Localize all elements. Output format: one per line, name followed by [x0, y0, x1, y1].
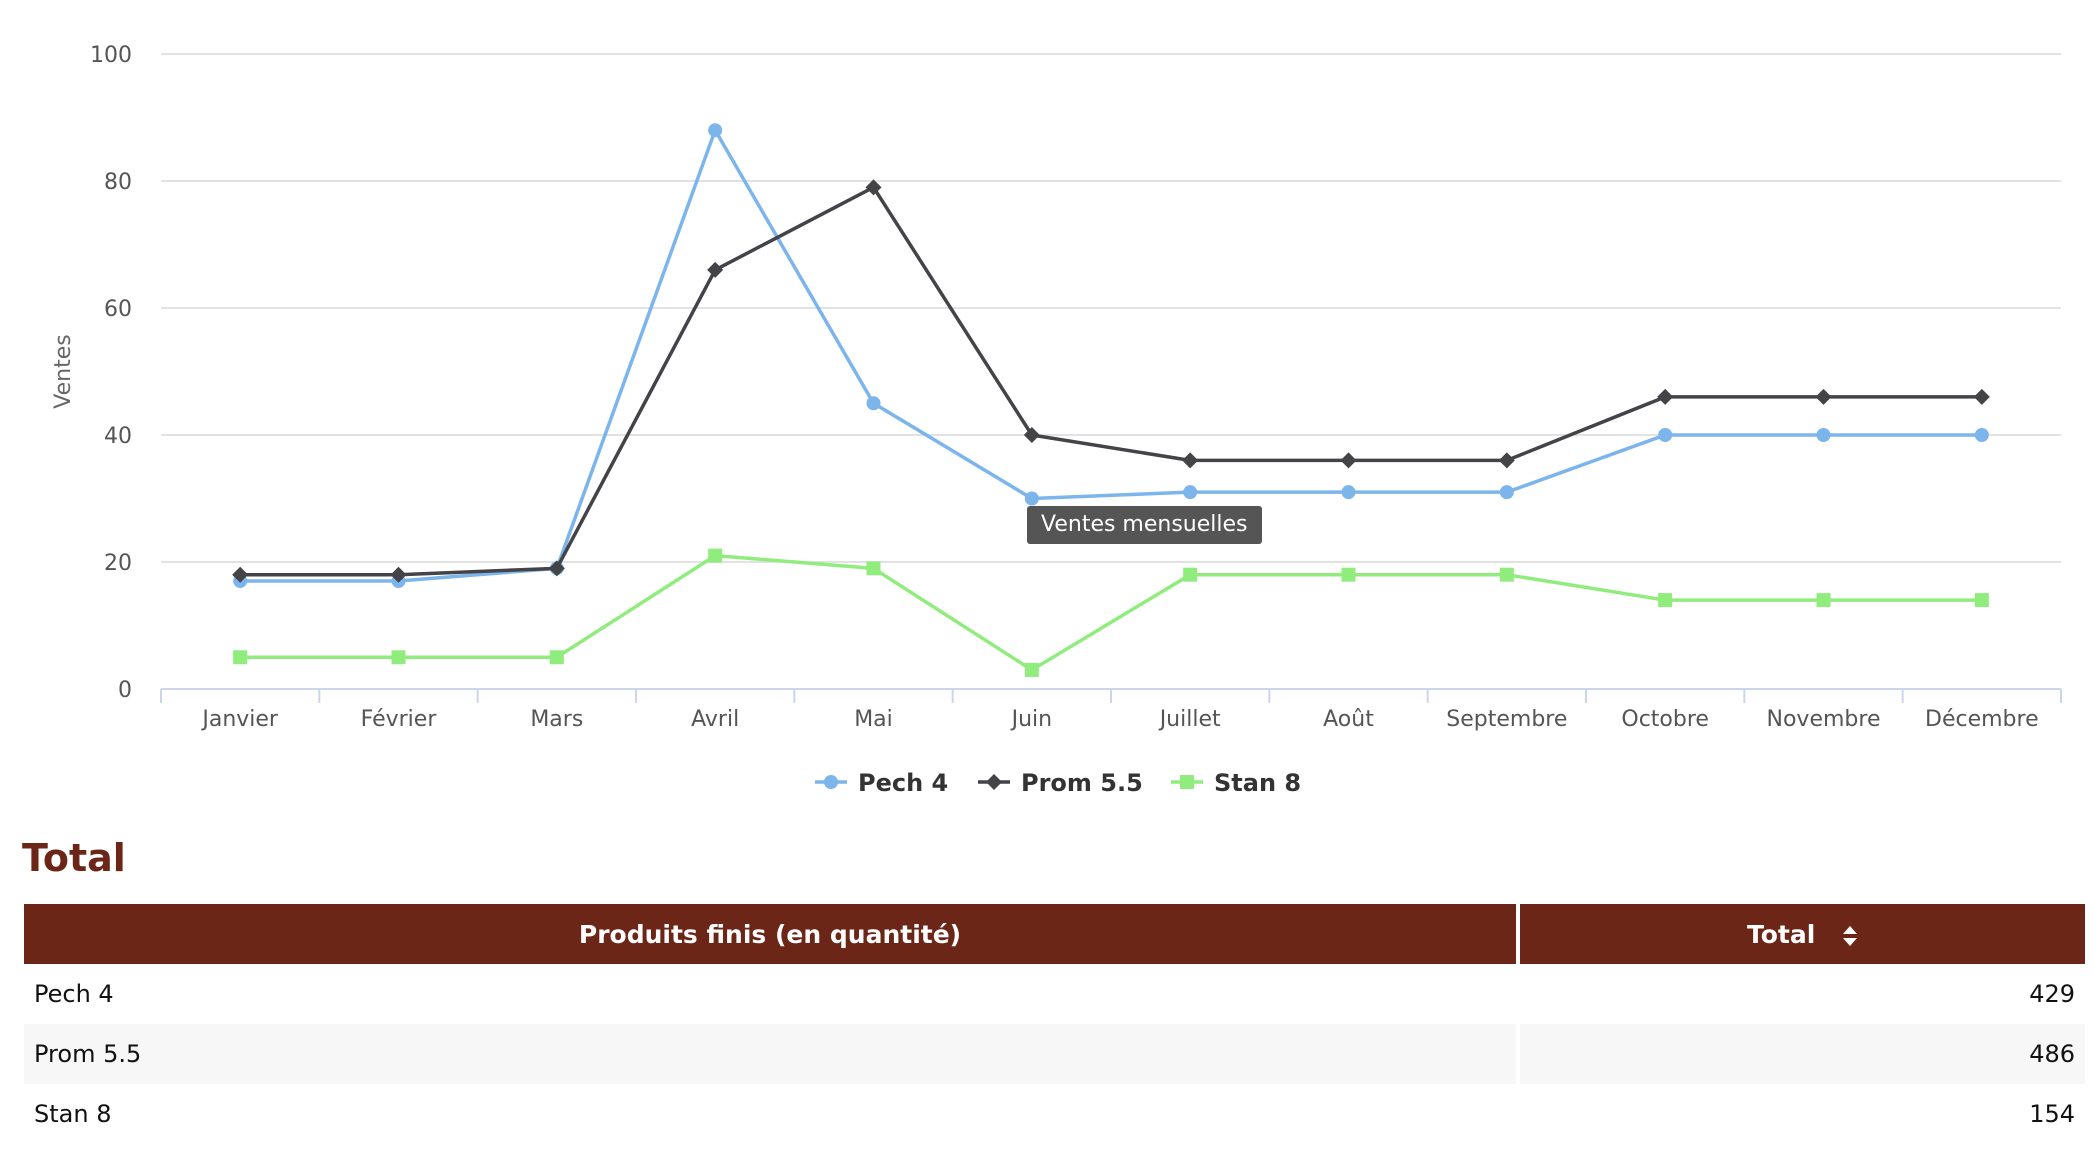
x-tick-label: Septembre	[1446, 707, 1567, 732]
x-tick-label: Avril	[691, 707, 739, 732]
data-point-pech-4	[1499, 485, 1514, 500]
column-header-product: Produits finis (en quantité)	[24, 904, 1520, 964]
x-tick-label: Juin	[1010, 707, 1053, 732]
x-tick-label: Mars	[530, 707, 583, 732]
legend-marker-prom-5-5	[986, 774, 1002, 790]
x-tick-label: Juillet	[1158, 707, 1221, 732]
x-tick-label: Octobre	[1621, 707, 1709, 732]
column-header-total-label: Total	[1746, 919, 1816, 949]
data-point-stan-8	[866, 561, 881, 576]
legend-item-stan-8: Stan 8	[1171, 769, 1301, 797]
y-tick-label: 60	[104, 297, 132, 322]
table-cell-product: Pech 4	[24, 964, 1520, 1024]
y-tick-label: 0	[118, 678, 132, 703]
data-point-pech-4	[1974, 428, 1989, 442]
data-point-prom-5-5	[1182, 452, 1199, 469]
section-title: Total	[22, 836, 126, 880]
x-tick-label: Février	[361, 707, 438, 732]
data-point-stan-8	[1974, 593, 1989, 608]
legend-label-stan-8: Stan 8	[1214, 769, 1301, 797]
data-point-pech-4	[708, 123, 723, 138]
y-tick-label: 80	[104, 170, 132, 195]
y-axis-title: Ventes	[51, 334, 76, 408]
data-point-pech-4	[1341, 485, 1356, 500]
legend-item-pech-4: Pech 4	[815, 769, 948, 797]
legend-label-prom-5-5: Prom 5.5	[1021, 769, 1143, 797]
data-point-stan-8	[1499, 567, 1514, 582]
data-point-stan-8	[1341, 567, 1356, 582]
data-point-pech-4	[866, 396, 881, 411]
column-header-total[interactable]: Total	[1518, 904, 2085, 964]
table-row: Prom 5.5 486	[24, 1024, 2085, 1084]
data-point-stan-8	[391, 650, 406, 665]
data-point-pech-4	[1658, 428, 1673, 442]
table-row: Stan 8 154	[24, 1084, 2085, 1144]
data-point-stan-8	[1024, 662, 1039, 677]
data-point-prom-5-5	[1498, 452, 1515, 469]
table-cell-product: Prom 5.5	[24, 1024, 1520, 1084]
legend-label-pech-4: Pech 4	[858, 769, 948, 797]
series-stan-8	[233, 548, 1989, 677]
sort-arrows-icon[interactable]	[1842, 924, 1858, 948]
line-chart-svg: 0 20 40 60 80 100 Janvier Février Mars Avril Mai Ju…	[51, 43, 2062, 797]
table-header-row: Produits finis (en quantité) Total	[24, 904, 2085, 964]
data-point-prom-5-5	[1815, 388, 1832, 405]
chart-tooltip: Ventes mensuelles	[1027, 506, 1262, 544]
x-tick-label: Décembre	[1925, 707, 2039, 732]
table-row: Pech 4 429	[24, 964, 2085, 1024]
legend-item-prom-5-5: Prom 5.5	[978, 769, 1143, 797]
x-tick-label: Novembre	[1767, 707, 1881, 732]
table-cell-product: Stan 8	[24, 1084, 1520, 1144]
data-point-stan-8	[1816, 593, 1831, 608]
y-tick-label: 40	[104, 424, 132, 449]
legend-marker-stan-8	[1180, 775, 1194, 789]
table-cell-total: 429	[1518, 964, 2085, 1024]
x-tick-label: Août	[1323, 707, 1374, 732]
data-point-stan-8	[708, 548, 723, 563]
data-point-stan-8	[233, 650, 248, 665]
data-point-stan-8	[549, 650, 564, 665]
data-point-pech-4	[1183, 485, 1198, 500]
y-tick-label: 20	[104, 551, 132, 576]
table-cell-total: 154	[1518, 1084, 2085, 1144]
data-point-prom-5-5	[707, 261, 724, 278]
data-point-prom-5-5	[1340, 452, 1357, 469]
y-tick-label: 100	[90, 43, 132, 68]
column-header-product-label: Produits finis (en quantité)	[578, 919, 962, 949]
data-point-pech-4	[1024, 491, 1039, 506]
data-point-stan-8	[1183, 567, 1198, 582]
x-tick-label: Janvier	[200, 707, 279, 732]
data-point-prom-5-5	[1973, 388, 1990, 405]
data-point-stan-8	[1658, 593, 1673, 608]
x-tick-label: Mai	[854, 707, 893, 732]
sales-chart: 0 20 40 60 80 100 Janvier Février Mars Avril Mai Ju…	[0, 0, 2094, 820]
table-cell-total: 486	[1518, 1024, 2085, 1084]
legend-marker-pech-4	[824, 775, 838, 789]
totals-table: Produits finis (en quantité) Total Pech …	[24, 904, 2085, 1144]
data-point-pech-4	[1816, 428, 1831, 442]
data-point-prom-5-5	[1657, 388, 1674, 405]
